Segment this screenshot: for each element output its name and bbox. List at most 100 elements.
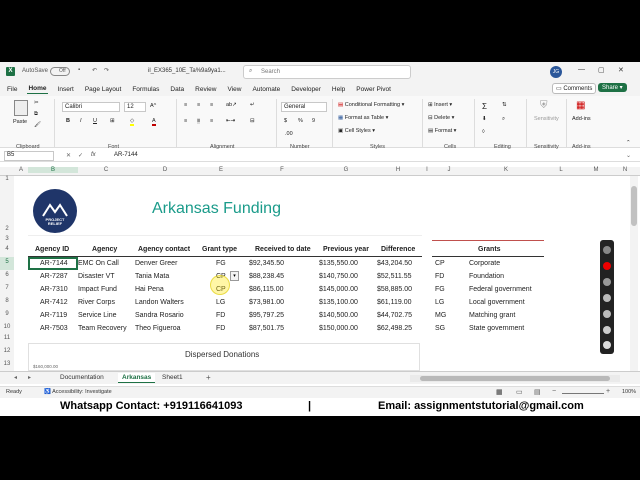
received-cell[interactable]: $86,115.00 bbox=[249, 286, 284, 293]
settings-gear-icon[interactable] bbox=[603, 341, 611, 349]
grant-code[interactable]: SG bbox=[435, 325, 445, 332]
camera-icon[interactable] bbox=[603, 246, 611, 254]
addins-icon[interactable]: ▦ bbox=[576, 100, 585, 111]
grant-code[interactable]: FG bbox=[435, 286, 445, 293]
column-header[interactable]: N bbox=[616, 167, 634, 173]
microphone-icon[interactable] bbox=[603, 294, 611, 302]
percent-icon[interactable]: % bbox=[298, 118, 303, 124]
share-button[interactable]: Share ▾ bbox=[598, 83, 627, 92]
undo-icon[interactable]: ↶ bbox=[92, 67, 97, 74]
hscroll-thumb[interactable] bbox=[420, 376, 610, 381]
fill-icon[interactable]: ⬇ bbox=[482, 116, 487, 122]
column-header[interactable]: E bbox=[196, 167, 246, 173]
column-header[interactable]: J bbox=[432, 167, 466, 173]
search-box[interactable]: ⌕ Search bbox=[243, 65, 411, 79]
received-cell[interactable]: $73,981.00 bbox=[249, 299, 284, 306]
received-cell[interactable]: $95,797.25 bbox=[249, 312, 284, 319]
normal-view-icon[interactable]: ▦ bbox=[496, 388, 503, 396]
add-sheet-icon[interactable]: + bbox=[206, 373, 211, 382]
align-left-icon[interactable]: ≡ bbox=[184, 118, 187, 124]
cell-styles-button[interactable]: ▣ Cell Styles ▾ bbox=[338, 128, 375, 134]
contact-cell[interactable]: Sandra Rosario bbox=[135, 312, 184, 319]
column-header[interactable]: H bbox=[374, 167, 422, 173]
indent-icon[interactable]: ⇤⇥ bbox=[226, 118, 235, 124]
menu-insert[interactable]: Insert bbox=[57, 85, 75, 94]
menu-formulas[interactable]: Formulas bbox=[131, 85, 160, 94]
tab-scroll-left-icon[interactable]: ◂ bbox=[14, 374, 17, 381]
menu-power-pivot[interactable]: Power Pivot bbox=[355, 85, 392, 94]
agency-id-cell[interactable]: AR-7503 bbox=[40, 325, 68, 332]
dispersed-donations-chart[interactable]: Dispersed Donations $160,000.00 bbox=[28, 343, 420, 371]
menu-home[interactable]: Home bbox=[27, 84, 48, 94]
contact-cell[interactable]: Hai Pena bbox=[135, 286, 164, 293]
accessibility-status[interactable]: ♿ Accessibility: Investigate bbox=[44, 389, 112, 395]
sort-filter-icon[interactable]: ⇅ bbox=[502, 102, 507, 108]
borders-icon[interactable]: ⊞ bbox=[110, 118, 115, 124]
grant-name[interactable]: Foundation bbox=[469, 273, 504, 280]
column-header[interactable]: A bbox=[14, 167, 28, 173]
find-icon[interactable]: ⌕ bbox=[502, 116, 505, 123]
row-header[interactable]: 5 bbox=[0, 257, 14, 270]
column-header[interactable]: M bbox=[576, 167, 616, 173]
menu-page-layout[interactable]: Page Layout bbox=[84, 85, 123, 94]
underline-button[interactable]: U bbox=[93, 118, 97, 124]
agency-id-cell[interactable]: AR-7412 bbox=[40, 299, 68, 306]
menu-file[interactable]: File bbox=[6, 85, 18, 94]
merge-center-icon[interactable]: ⊟ bbox=[250, 118, 255, 124]
align-bottom-icon[interactable]: ≡ bbox=[210, 102, 213, 108]
collapse-ribbon-icon[interactable]: ⌃ bbox=[626, 140, 631, 146]
confirm-entry-icon[interactable]: ✓ bbox=[78, 152, 83, 159]
align-center-icon[interactable]: ≡ bbox=[197, 118, 201, 124]
column-header[interactable]: F bbox=[246, 167, 318, 173]
comma-icon[interactable]: 9 bbox=[312, 118, 315, 124]
grant-type-cell[interactable]: FD bbox=[216, 312, 225, 319]
increase-font-icon[interactable]: A^ bbox=[150, 103, 156, 109]
row-header[interactable]: 8 bbox=[0, 296, 14, 309]
received-cell[interactable]: $92,345.50 bbox=[249, 260, 284, 267]
difference-cell[interactable]: $44,702.75 bbox=[377, 312, 412, 319]
name-box[interactable]: B5 bbox=[4, 151, 54, 161]
menu-data[interactable]: Data bbox=[169, 85, 185, 94]
copy-icon[interactable]: ⧉ bbox=[34, 111, 38, 118]
agency-cell[interactable]: River Corps bbox=[78, 299, 115, 306]
contact-cell[interactable]: Denver Greer bbox=[135, 260, 177, 267]
previous-cell[interactable]: $145,000.00 bbox=[319, 286, 358, 293]
sensitivity-icon[interactable]: ⛨ bbox=[540, 100, 548, 111]
format-painter-icon[interactable]: 🖌 bbox=[34, 122, 41, 128]
zoom-slider[interactable] bbox=[562, 393, 604, 394]
autosum-icon[interactable]: Σ bbox=[482, 102, 487, 111]
horizontal-scrollbar[interactable] bbox=[410, 375, 620, 382]
grant-name[interactable]: Local government bbox=[469, 299, 525, 306]
font-size-select[interactable]: 12 bbox=[124, 102, 146, 112]
grant-name[interactable]: Corporate bbox=[469, 260, 500, 267]
bold-button[interactable]: B bbox=[66, 118, 70, 124]
grant-code[interactable]: FD bbox=[435, 273, 444, 280]
row-header[interactable]: 12 bbox=[0, 345, 14, 359]
grant-code[interactable]: LG bbox=[435, 299, 444, 306]
user-avatar[interactable]: JG bbox=[550, 66, 562, 78]
received-cell[interactable]: $88,238.45 bbox=[249, 273, 284, 280]
grant-type-cell[interactable]: FG bbox=[216, 260, 226, 267]
column-header[interactable]: D bbox=[134, 167, 196, 173]
row-header[interactable]: 6 bbox=[0, 270, 14, 283]
decimal-icon[interactable]: .00 bbox=[285, 131, 293, 137]
scroll-thumb[interactable] bbox=[631, 186, 637, 226]
agency-id-cell[interactable]: AR-7119 bbox=[40, 312, 67, 319]
tab-documentation[interactable]: Documentation bbox=[56, 373, 108, 382]
row-header[interactable]: 10 bbox=[0, 322, 14, 335]
screen-icon[interactable] bbox=[603, 326, 611, 334]
row-header[interactable]: 9 bbox=[0, 309, 14, 322]
row-header[interactable]: 13 bbox=[0, 359, 14, 371]
row-header[interactable]: 2 bbox=[0, 186, 14, 236]
addins-button[interactable]: Add-ins bbox=[572, 116, 591, 122]
agency-cell[interactable]: Disaster VT bbox=[78, 273, 115, 280]
minimize-icon[interactable]: — bbox=[578, 66, 585, 73]
grant-code[interactable]: CP bbox=[435, 260, 445, 267]
format-as-table-button[interactable]: ▦ Format as Table ▾ bbox=[338, 115, 388, 121]
clear-icon[interactable]: ◊ bbox=[482, 129, 485, 135]
row-header[interactable]: 11 bbox=[0, 335, 14, 345]
align-middle-icon[interactable]: ≡ bbox=[197, 102, 200, 108]
previous-cell[interactable]: $135,100.00 bbox=[319, 299, 358, 306]
insert-function-button[interactable]: fx bbox=[91, 152, 96, 158]
tab-scroll-right-icon[interactable]: ▸ bbox=[28, 374, 31, 381]
